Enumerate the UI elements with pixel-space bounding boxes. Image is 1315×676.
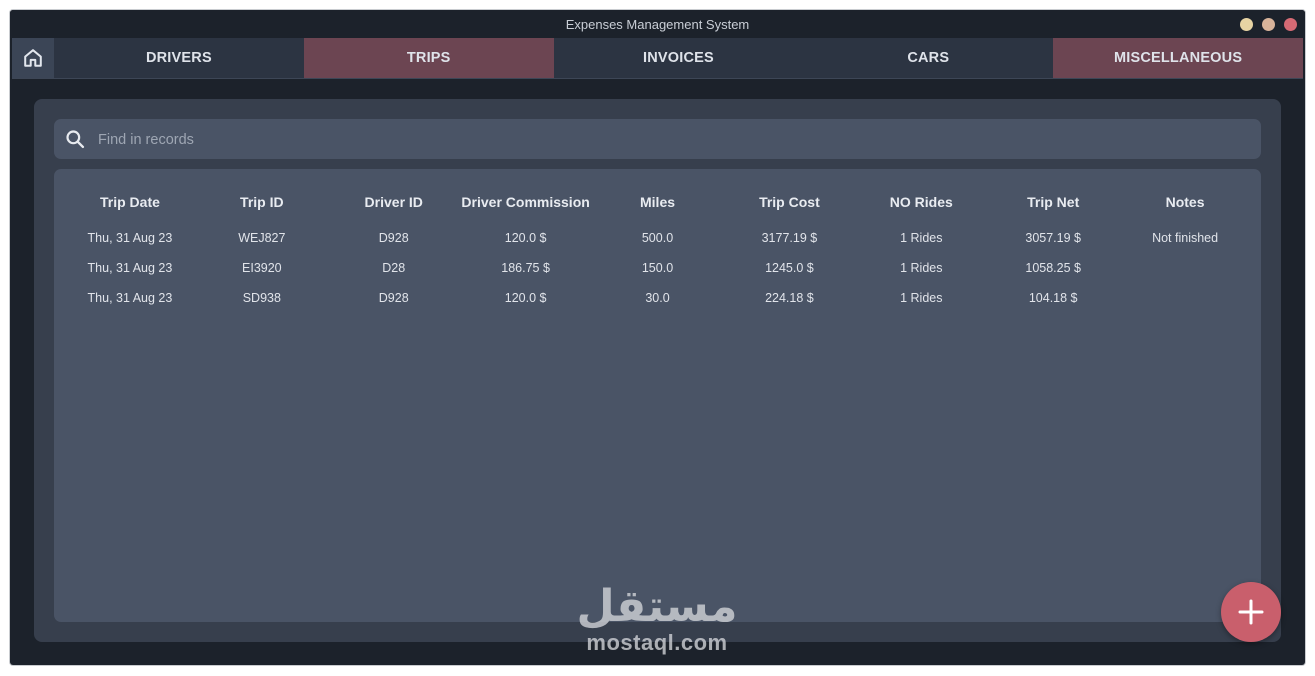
- column-header-trip-date[interactable]: Trip Date: [64, 194, 196, 214]
- close-button[interactable]: [1284, 18, 1297, 31]
- search-bar: [54, 119, 1261, 159]
- minimize-button[interactable]: [1240, 18, 1253, 31]
- tab-cars[interactable]: CARS: [803, 38, 1054, 78]
- window-controls: [1240, 18, 1297, 31]
- column-header-no-rides[interactable]: NO Rides: [855, 194, 987, 214]
- search-icon: [66, 130, 85, 149]
- title-bar[interactable]: Expenses Management System: [10, 10, 1305, 38]
- table-row[interactable]: Thu, 31 Aug 23 SD938 D928 120.0 $ 30.0 2…: [64, 291, 1251, 309]
- cell-trip-id: WEJ827: [238, 231, 286, 245]
- tab-label: MISCELLANEOUS: [1113, 50, 1243, 66]
- main-nav: DRIVERS TRIPS INVOICES CARS MISCELLANEOU…: [12, 38, 1303, 78]
- column-header-trip-id[interactable]: Trip ID: [196, 194, 328, 214]
- cell-trip-id: EI3920: [242, 261, 282, 275]
- cell-trip-date: Thu, 31 Aug 23: [87, 291, 173, 305]
- window-title: Expenses Management System: [565, 17, 750, 32]
- tab-trips[interactable]: TRIPS: [303, 38, 554, 78]
- column-header-miles[interactable]: Miles: [592, 194, 724, 214]
- plus-icon: [1238, 599, 1264, 625]
- add-record-button[interactable]: [1221, 582, 1281, 642]
- cell-no-rides: 1 Rides: [900, 291, 943, 305]
- tab-miscellaneous[interactable]: MISCELLANEOUS: [1053, 38, 1303, 78]
- cell-trip-net: 104.18 $: [1028, 291, 1078, 305]
- app-window: Expenses Management System DRIVERS TRIPS…: [10, 10, 1305, 665]
- cell-miles: 150.0: [641, 261, 674, 275]
- maximize-button[interactable]: [1262, 18, 1275, 31]
- cell-trip-net: 1058.25 $: [1025, 261, 1081, 275]
- tab-drivers[interactable]: DRIVERS: [54, 38, 304, 78]
- cell-driver-id: D928: [378, 231, 409, 245]
- cell-trip-date: Thu, 31 Aug 23: [87, 261, 173, 275]
- cell-trip-net: 3057.19 $: [1025, 231, 1081, 245]
- cell-notes: Not finished: [1152, 231, 1219, 245]
- cell-trip-cost: 3177.19 $: [761, 231, 818, 245]
- column-header-trip-cost[interactable]: Trip Cost: [723, 194, 855, 214]
- table-row[interactable]: Thu, 31 Aug 23 EI3920 D28 186.75 $ 150.0…: [64, 261, 1251, 279]
- column-header-notes[interactable]: Notes: [1119, 194, 1251, 214]
- cell-miles: 500.0: [641, 231, 674, 245]
- tab-label: INVOICES: [643, 50, 714, 66]
- trips-table: Trip Date Trip ID Driver ID Driver Commi…: [54, 169, 1261, 622]
- tab-label: CARS: [907, 50, 950, 66]
- watermark-logo: مستقل mostaql.com: [567, 583, 747, 663]
- tab-label: TRIPS: [406, 50, 451, 66]
- table-row[interactable]: Thu, 31 Aug 23 WEJ827 D928 120.0 $ 500.0…: [64, 231, 1251, 249]
- watermark-arabic-text: مستقل: [576, 581, 738, 632]
- search-input[interactable]: [96, 127, 1240, 153]
- cell-driver-id: D28: [382, 261, 406, 275]
- cell-miles: 30.0: [645, 291, 670, 305]
- cell-no-rides: 1 Rides: [900, 231, 943, 245]
- cell-driver-commission: 120.0 $: [504, 291, 547, 305]
- records-panel: Trip Date Trip ID Driver ID Driver Commi…: [34, 99, 1281, 642]
- cell-trip-id: SD938: [242, 291, 281, 305]
- cell-driver-id: D928: [378, 291, 409, 305]
- cell-driver-commission: 186.75 $: [501, 261, 550, 275]
- cell-trip-date: Thu, 31 Aug 23: [87, 231, 173, 245]
- cell-no-rides: 1 Rides: [900, 261, 943, 275]
- nav-divider: [12, 78, 1303, 79]
- column-header-driver-commission[interactable]: Driver Commission: [460, 194, 592, 214]
- column-header-driver-id[interactable]: Driver ID: [328, 194, 460, 214]
- cell-driver-commission: 120.0 $: [504, 231, 547, 245]
- cell-trip-cost: 224.18 $: [765, 291, 814, 305]
- cell-notes: [1119, 261, 1251, 279]
- watermark-latin-text: mostaql.com: [586, 630, 728, 655]
- tab-invoices[interactable]: INVOICES: [553, 38, 804, 78]
- column-header-trip-net[interactable]: Trip Net: [987, 194, 1119, 214]
- home-icon: [24, 49, 42, 67]
- home-button[interactable]: [12, 38, 54, 78]
- table-header: Trip Date Trip ID Driver ID Driver Commi…: [64, 194, 1251, 214]
- cell-notes: [1119, 291, 1251, 309]
- tab-label: DRIVERS: [145, 50, 212, 66]
- cell-trip-cost: 1245.0 $: [765, 261, 814, 275]
